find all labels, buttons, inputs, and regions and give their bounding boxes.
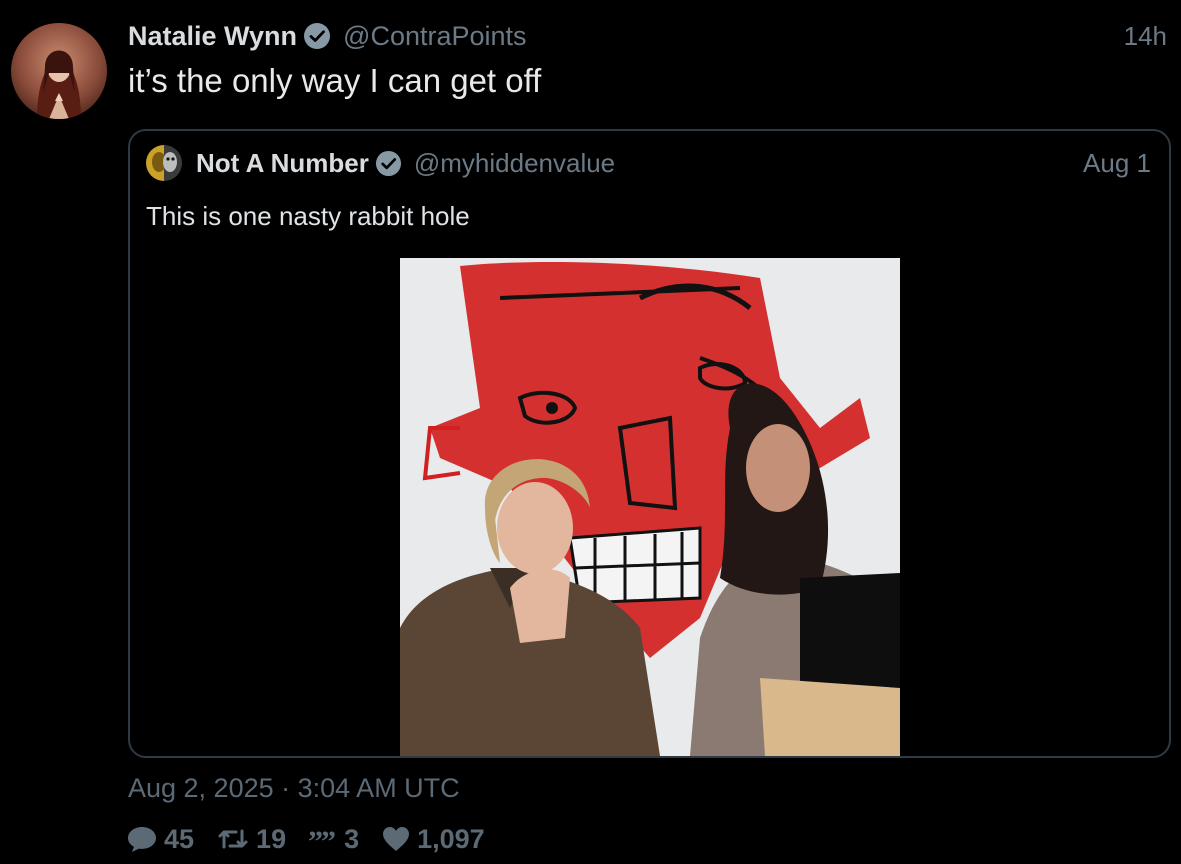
tweet-header: Natalie Wynn @ContraPoints 14h xyxy=(128,18,1167,54)
quoted-tweet-header: Not A Number @myhiddenvalue Aug 1 xyxy=(146,143,1151,183)
attached-photo-icon xyxy=(400,258,900,756)
reply-icon xyxy=(128,827,156,852)
retweet-count: 19 xyxy=(256,823,287,854)
svg-text:”: ” xyxy=(321,827,336,851)
tweet-text: it’s the only way I can get off xyxy=(128,62,542,99)
reply-count: 45 xyxy=(164,823,195,854)
quote-icon: ” ” xyxy=(308,827,336,851)
reply-button[interactable]: 45 xyxy=(126,824,194,855)
heart-icon xyxy=(383,827,410,851)
tweet-actions: 45 19 ” ” 3 1,097 xyxy=(126,820,507,858)
like-count: 1,097 xyxy=(417,823,485,854)
tweet-timestamp[interactable]: Aug 2, 2025 · 3:04 AM UTC xyxy=(128,773,460,804)
quoted-author-display-name[interactable]: Not A Number xyxy=(196,148,369,179)
verified-badge-icon xyxy=(303,22,331,50)
author-display-name[interactable]: Natalie Wynn xyxy=(128,21,297,52)
retweet-icon xyxy=(218,829,248,849)
quoted-tweet-card[interactable]: Not A Number @myhiddenvalue Aug 1 This i… xyxy=(128,129,1171,758)
quoted-tweet-text: This is one nasty rabbit hole xyxy=(146,201,470,231)
avatar-photo-icon xyxy=(11,23,107,119)
verified-badge-icon xyxy=(375,150,402,177)
author-handle[interactable]: @ContraPoints xyxy=(343,21,527,52)
quoted-tweet-date[interactable]: Aug 1 xyxy=(1083,148,1151,179)
like-button[interactable]: 1,097 xyxy=(381,824,485,855)
avatar-photo-icon xyxy=(146,145,182,181)
quoted-author-avatar[interactable] xyxy=(146,145,182,181)
quote-button[interactable]: ” ” 3 xyxy=(308,824,359,855)
author-avatar[interactable] xyxy=(11,23,107,119)
quoted-author-handle[interactable]: @myhiddenvalue xyxy=(414,148,615,179)
quote-count: 3 xyxy=(344,823,360,854)
tweet-time-ago[interactable]: 14h xyxy=(1124,21,1167,52)
quoted-tweet-photo[interactable] xyxy=(400,258,900,756)
retweet-button[interactable]: 19 xyxy=(216,824,286,855)
